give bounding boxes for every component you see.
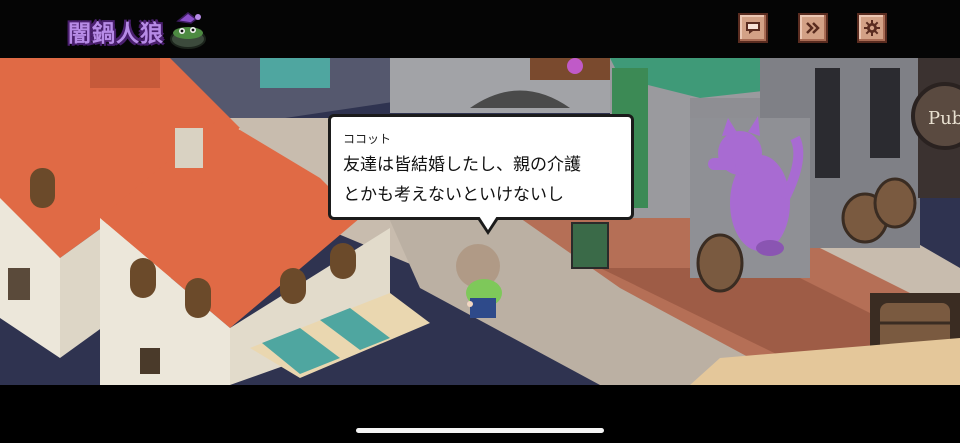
dialogue-line-1: 友達は皆結婚したし、親の介護: [343, 155, 581, 175]
pub-sign-text: Pub: [928, 108, 960, 129]
dialogue-line-2: とかも考えないといけないし: [343, 185, 564, 205]
message-log-button[interactable]: [738, 13, 768, 43]
fast-forward-icon: [806, 22, 820, 34]
logo-text: 闇鍋人狼: [68, 21, 164, 47]
speaker-name: ココット: [343, 132, 392, 146]
settings-button[interactable]: [857, 13, 887, 43]
gear-icon: [864, 20, 880, 36]
bottom-bar: [0, 385, 960, 443]
skip-button[interactable]: [798, 13, 828, 43]
home-indicator[interactable]: [356, 428, 604, 433]
speech-bubble-icon: [746, 22, 760, 34]
game-logo: 闇鍋人狼: [68, 12, 210, 50]
hotpot-icon: [170, 12, 206, 49]
barrel: [873, 177, 917, 229]
barrel: [696, 233, 744, 293]
signboard: [571, 222, 609, 269]
top-bar: 闇鍋人狼: [0, 0, 960, 58]
